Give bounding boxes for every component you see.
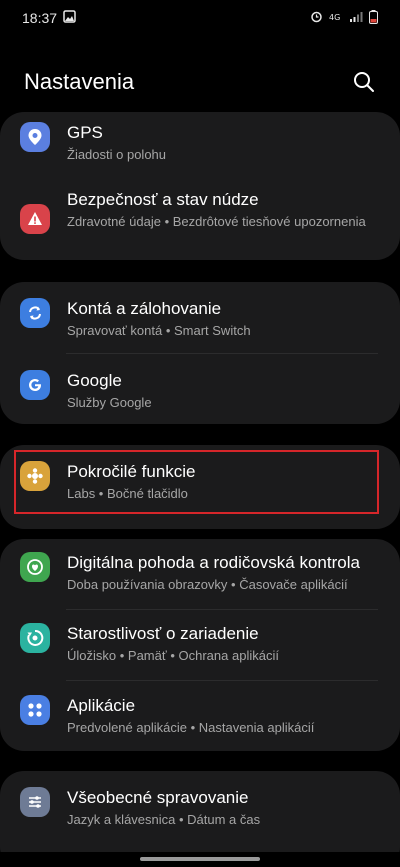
item-advanced-features[interactable]: Pokročilé funkcie Labs • Bočné tlačidlo: [0, 461, 400, 503]
signal-icon: [349, 11, 363, 26]
sliders-icon: [20, 787, 50, 817]
item-general-management[interactable]: Všeobecné spravovanie Jazyk a klávesnica…: [0, 787, 400, 829]
search-icon: [354, 72, 374, 92]
item-title: Kontá a zálohovanie: [67, 299, 222, 318]
google-icon: [20, 370, 50, 400]
item-safety-emergency[interactable]: Bezpečnosť a stav núdze Zdravotné údaje …: [0, 189, 400, 234]
item-gps[interactable]: GPS Žiadosti o polohu: [0, 122, 400, 164]
item-title: GPS: [67, 123, 103, 142]
alarm-icon: [310, 10, 323, 26]
volte-icon: 4G: [329, 10, 343, 26]
divider: [66, 609, 378, 610]
item-subtitle: Labs • Bočné tlačidlo: [67, 486, 188, 501]
item-title: Google: [67, 371, 122, 390]
item-title: Všeobecné spravovanie: [67, 788, 249, 807]
advanced-features-icon: [20, 461, 50, 491]
item-google[interactable]: Google Služby Google: [0, 370, 400, 412]
item-subtitle: Jazyk a klávesnica • Dátum a čas: [67, 812, 261, 827]
divider: [66, 680, 378, 681]
item-subtitle: Zdravotné údaje • Bezdrôtové tiesňové up…: [67, 214, 366, 229]
svg-text:4G: 4G: [329, 13, 340, 22]
item-title: Aplikácie: [67, 696, 136, 715]
search-button[interactable]: [350, 68, 378, 96]
device-care-icon: [20, 623, 50, 653]
wellbeing-heart-icon: [20, 552, 50, 582]
item-subtitle: Úložisko • Pamäť • Ochrana aplikácií: [67, 648, 279, 663]
item-subtitle: Žiadosti o polohu: [67, 147, 167, 162]
item-title: Bezpečnosť a stav núdze: [67, 190, 259, 209]
item-digital-wellbeing[interactable]: Digitálna pohoda a rodičovská kontrola D…: [0, 552, 400, 594]
item-accounts-backup[interactable]: Kontá a zálohovanie Spravovať kontá • Sm…: [0, 298, 400, 340]
settings-list[interactable]: GPS Žiadosti o polohu Bezpečnosť a stav …: [0, 112, 400, 852]
item-device-care[interactable]: Starostlivosť o zariadenie Úložisko • Pa…: [0, 623, 400, 665]
gallery-icon: [63, 10, 76, 26]
item-subtitle: Predvolené aplikácie • Nastavenia apliká…: [67, 720, 315, 735]
location-pin-icon: [20, 122, 50, 152]
item-title: Digitálna pohoda a rodičovská kontrola: [67, 553, 360, 572]
item-apps[interactable]: Aplikácie Predvolené aplikácie • Nastave…: [0, 695, 400, 737]
navigation-handle[interactable]: [140, 857, 260, 861]
page-title: Nastavenia: [24, 69, 135, 94]
item-subtitle: Služby Google: [67, 395, 152, 410]
apps-grid-icon: [20, 695, 50, 725]
item-subtitle: Spravovať kontá • Smart Switch: [67, 323, 251, 338]
emergency-alert-icon: [20, 204, 50, 234]
item-title: Pokročilé funkcie: [67, 462, 196, 481]
status-bar: 18:37 4G: [0, 0, 400, 36]
item-subtitle: Doba používania obrazovky • Časovače apl…: [67, 577, 348, 592]
divider: [66, 353, 378, 354]
status-time: 18:37: [22, 10, 58, 26]
header: Nastavenia: [0, 62, 400, 102]
item-title: Starostlivosť o zariadenie: [67, 624, 259, 643]
battery-icon: [369, 9, 378, 27]
sync-icon: [20, 298, 50, 328]
